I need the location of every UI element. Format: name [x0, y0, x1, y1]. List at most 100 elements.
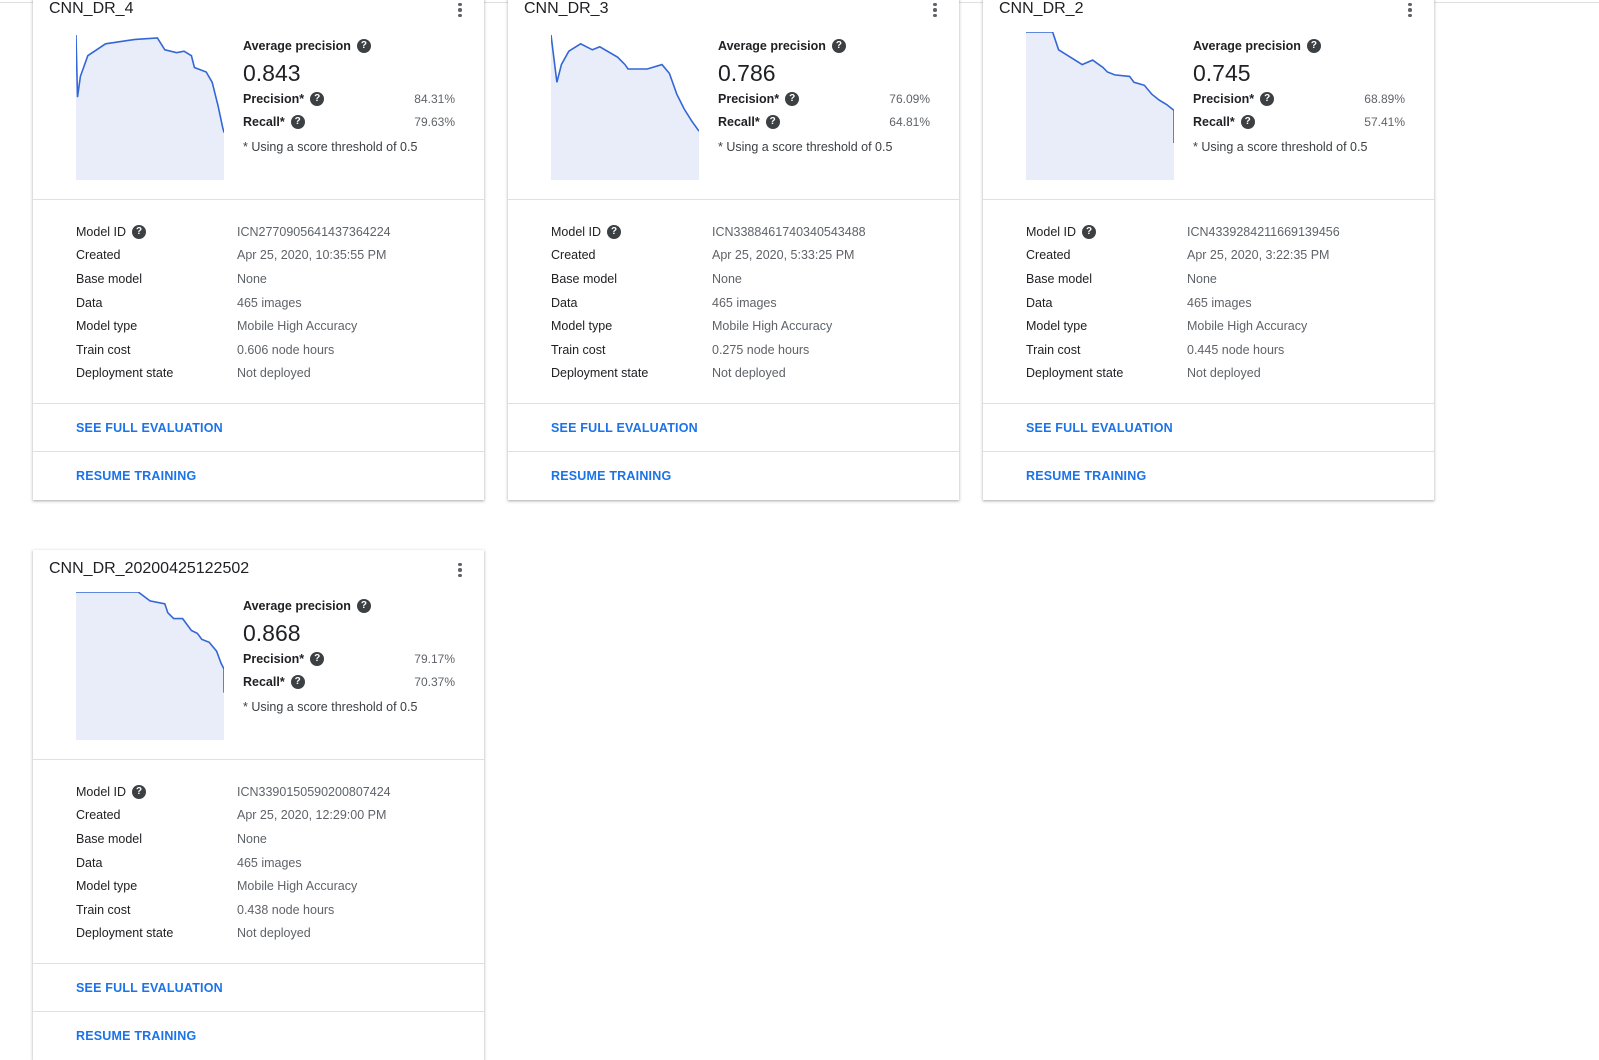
model-type-row: Model type Mobile High Accuracy — [551, 314, 959, 338]
base-model-label: Base model — [76, 271, 143, 286]
recall-row: Recall*? 57.41% — [1193, 111, 1405, 135]
more-vert-icon[interactable] — [450, 560, 470, 580]
train-cost-label: Train cost — [551, 342, 606, 357]
base-model-row: Base model None — [1026, 267, 1434, 291]
pr-curve-area — [76, 592, 224, 740]
created-row: Created Apr 25, 2020, 5:33:25 PM — [551, 244, 959, 268]
resume-training-button[interactable]: RESUME TRAINING — [33, 1012, 484, 1060]
model-id-label: Model ID — [76, 224, 127, 239]
model-type-row: Model type Mobile High Accuracy — [1026, 314, 1434, 338]
train-cost-value: 0.445 node hours — [1187, 342, 1285, 357]
see-full-evaluation-button[interactable]: SEE FULL EVALUATION — [33, 404, 484, 453]
precision-value: 68.89% — [1364, 91, 1405, 106]
metrics-panel: Average precision ? 0.786 Precision*? 76… — [718, 37, 930, 154]
help-circle-icon[interactable]: ? — [290, 675, 305, 690]
help-circle-icon[interactable]: ? — [1306, 39, 1321, 53]
model-card-summary: CNN_DR_3 Average precision ? 0.786 Preci… — [508, 0, 959, 200]
metrics-panel: Average precision ? 0.868 Precision*? 79… — [243, 597, 455, 714]
see-full-evaluation-button[interactable]: SEE FULL EVALUATION — [508, 404, 959, 453]
precision-row: Precision*? 79.17% — [243, 647, 455, 671]
help-circle-icon[interactable]: ? — [831, 39, 846, 53]
model-details: Model ID? ICN4339284211669139456 Created… — [983, 200, 1434, 405]
help-circle-icon[interactable]: ? — [1240, 115, 1255, 130]
model-title: CNN_DR_2 — [999, 0, 1084, 17]
recall-label: Recall* — [243, 115, 285, 130]
model-card: CNN_DR_2 Average precision ? 0.745 Preci… — [983, 0, 1434, 501]
train-cost-label: Train cost — [1026, 342, 1081, 357]
deployment-state-row: Deployment state Not deployed — [551, 362, 959, 386]
help-circle-icon[interactable]: ? — [290, 115, 305, 130]
see-full-evaluation-button[interactable]: SEE FULL EVALUATION — [983, 404, 1434, 453]
help-circle-icon[interactable]: ? — [765, 115, 780, 130]
resume-training-button[interactable]: RESUME TRAINING — [33, 452, 484, 500]
train-cost-row: Train cost 0.606 node hours — [76, 338, 484, 362]
base-model-value: None — [237, 831, 267, 846]
help-circle-icon[interactable]: ? — [132, 224, 147, 239]
model-card-summary: CNN_DR_2 Average precision ? 0.745 Preci… — [983, 0, 1434, 200]
model-title: CNN_DR_3 — [524, 0, 609, 17]
base-model-row: Base model None — [551, 267, 959, 291]
data-row: Data 465 images — [76, 291, 484, 315]
base-model-label: Base model — [1026, 271, 1093, 286]
model-id-row: Model ID? ICN2770905641437364224 — [76, 220, 484, 244]
precision-label: Precision* — [718, 91, 780, 106]
average-precision-label-text: Average precision — [243, 599, 351, 613]
resume-training-button[interactable]: RESUME TRAINING — [508, 452, 959, 500]
train-cost-label: Train cost — [76, 342, 131, 357]
help-circle-icon[interactable]: ? — [1082, 224, 1097, 239]
recall-label: Recall* — [1193, 115, 1235, 130]
help-circle-icon[interactable]: ? — [356, 39, 371, 53]
help-circle-icon[interactable]: ? — [785, 91, 800, 106]
model-type-label: Model type — [76, 319, 138, 334]
average-precision-label: Average precision ? — [243, 37, 455, 55]
help-circle-icon[interactable]: ? — [310, 651, 325, 666]
help-circle-icon[interactable]: ? — [1260, 91, 1275, 106]
more-vert-icon[interactable] — [1400, 0, 1420, 20]
data-value: 465 images — [1187, 295, 1252, 310]
data-row: Data 465 images — [76, 851, 484, 875]
help-circle-icon[interactable]: ? — [607, 224, 622, 239]
average-precision-value: 0.868 — [243, 620, 301, 646]
created-row: Created Apr 25, 2020, 3:22:35 PM — [1026, 244, 1434, 268]
see-full-evaluation-button[interactable]: SEE FULL EVALUATION — [33, 964, 484, 1013]
more-vert-icon[interactable] — [925, 0, 945, 20]
created-label: Created — [76, 248, 121, 263]
pr-curve-area — [1026, 32, 1174, 180]
precision-value: 76.09% — [889, 91, 930, 106]
precision-label: Precision* — [243, 651, 305, 666]
recall-value: 70.37% — [414, 675, 455, 690]
average-precision-label: Average precision ? — [1193, 37, 1405, 55]
model-card: CNN_DR_20200425122502 Average precision … — [33, 550, 484, 1060]
average-precision-label: Average precision ? — [243, 597, 455, 615]
data-label: Data — [1026, 295, 1053, 310]
precision-row: Precision*? 76.09% — [718, 87, 930, 111]
precision-value: 84.31% — [414, 91, 455, 106]
help-circle-icon[interactable]: ? — [356, 599, 371, 613]
precision-recall-chart — [1026, 32, 1174, 180]
threshold-note: * Using a score threshold of 0.5 — [243, 140, 418, 154]
model-type-label: Model type — [551, 319, 613, 334]
help-circle-icon[interactable]: ? — [132, 784, 147, 799]
deployment-state-label: Deployment state — [551, 366, 649, 381]
model-type-value: Mobile High Accuracy — [237, 319, 358, 334]
resume-training-button[interactable]: RESUME TRAINING — [983, 452, 1434, 500]
created-label: Created — [551, 248, 596, 263]
help-circle-icon[interactable]: ? — [310, 91, 325, 106]
base-model-value: None — [237, 271, 267, 286]
metrics-panel: Average precision ? 0.745 Precision*? 68… — [1193, 37, 1405, 154]
precision-value: 79.17% — [414, 651, 455, 666]
model-id-value: ICN4339284211669139456 — [1187, 224, 1340, 239]
precision-recall-chart — [76, 34, 224, 180]
more-vert-icon[interactable] — [450, 0, 470, 20]
recall-label: Recall* — [718, 115, 760, 130]
precision-label: Precision* — [1193, 91, 1255, 106]
recall-label: Recall* — [243, 675, 285, 690]
model-card: CNN_DR_3 Average precision ? 0.786 Preci… — [508, 0, 959, 501]
average-precision-label-text: Average precision — [718, 39, 826, 53]
data-value: 465 images — [712, 295, 777, 310]
base-model-value: None — [712, 271, 742, 286]
deployment-state-value: Not deployed — [1187, 366, 1261, 381]
data-label: Data — [76, 855, 103, 870]
model-id-value: ICN3388461740340543488 — [712, 224, 866, 239]
model-card-summary: CNN_DR_20200425122502 Average precision … — [33, 550, 484, 760]
